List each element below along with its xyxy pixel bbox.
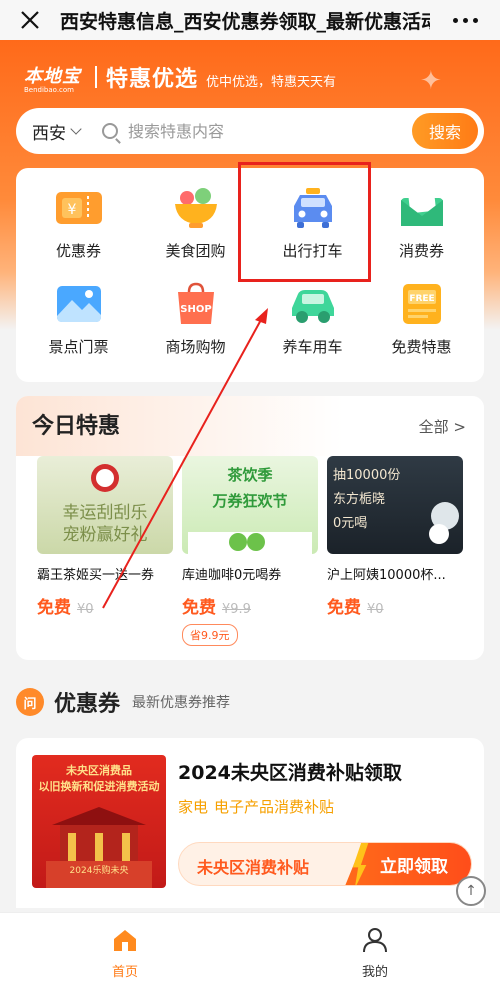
coupon-section-header: 问 优惠券 最新优惠券推荐 [16,686,230,718]
coupon-icon: 问 [16,688,44,716]
city-selector[interactable]: 西安 [32,119,66,144]
coupon-image-subtext: 2024乐购未央 [69,866,129,876]
coupon-title: 2024未央区消费补贴领取 [178,762,402,784]
section-title: 今日特惠 [32,414,121,439]
section-title: 优惠券 [54,692,121,717]
claim-bar[interactable]: 未央区消费补贴 立即领取 [178,842,472,886]
deal-name: 霸王茶姬买一送一券 [37,568,155,583]
deal-card[interactable]: 幸运刮刮乐 宠粉赢好礼 霸王茶姬买一送一券 免费 ¥0 [37,456,173,618]
page-title: 西安特惠信息_西安优惠券领取_最新优惠活动 [60,10,430,33]
more-icon[interactable] [430,17,500,23]
tab-label: 我的 [361,965,388,980]
shopping-bag-icon: SHOP [171,282,221,326]
category-label: 养车用车 [282,338,343,356]
landscape-icon [54,282,104,326]
category-voucher[interactable]: 消费券 [363,186,480,261]
ticket-icon: ¥ [54,186,104,230]
back-to-top-icon[interactable]: ↑ [456,876,486,906]
logo-subtext: Bendibao.com [24,86,75,94]
tab-home[interactable]: 首页 [85,927,165,980]
deal-original-price: ¥0 [77,602,94,617]
category-label: 免费特惠 [391,338,452,356]
car-icon [288,282,338,326]
deal-image-text: 幸运刮刮乐 宠粉赢好礼 [62,503,148,545]
deal-image: 抽10000份 东方栀晓 0元喝 [327,456,463,554]
deal-card[interactable]: 茶饮季 万券狂欢节 库迪咖啡0元喝券 免费 ¥9.9 省9.9元 [182,456,318,646]
logo-text: 本地宝 [24,66,81,87]
home-icon [114,930,136,951]
category-car[interactable]: 养车用车 [254,282,371,357]
section-subtitle: 最新优惠券推荐 [132,695,231,711]
category-label: 景点门票 [48,338,109,356]
category-label: 美食团购 [165,242,226,260]
deal-original-price: ¥9.9 [222,602,251,617]
deal-image: 幸运刮刮乐 宠粉赢好礼 [37,456,173,554]
coupon-tags: 家电 电子产品消费补贴 [178,796,340,817]
deal-price: 免费 [327,598,361,618]
view-all-link[interactable]: 全部 > [419,416,466,437]
category-tickets[interactable]: 景点门票 [20,282,137,357]
deal-image: 茶饮季 万券狂欢节 [182,456,318,554]
deal-card[interactable]: 抽10000份 东方栀晓 0元喝 沪上阿姨10000杯... 免费 ¥0 [327,456,463,618]
category-coupon[interactable]: ¥ 优惠券 [20,186,137,261]
top-navbar: 西安特惠信息_西安优惠券领取_最新优惠活动 [0,0,500,40]
logo-divider [95,66,97,88]
logo: 本地宝 Bendibao.com [24,62,81,94]
coupon-tag: 电子产品消费补贴 [214,798,335,816]
free-tag-icon: FREE [397,282,447,326]
user-icon [363,928,387,953]
category-label: 优惠券 [55,242,101,260]
close-icon[interactable] [0,0,60,40]
food-bowl-icon [171,186,221,230]
highlight-box [238,162,371,282]
savings-badge: 省9.9元 [182,624,238,646]
category-label: 消费券 [398,242,444,260]
coupon-tag: 家电 [178,798,209,816]
category-label: 商场购物 [165,338,226,356]
today-deals-section: 今日特惠 全部 > 幸运刮刮乐 宠粉赢好礼 霸王茶姬买一送一券 免费 ¥0 茶饮… [16,396,484,660]
coupon-card[interactable]: 未央区消费品 以旧换新和促进消费活动 2024乐购未央 2024未央区消费补贴领… [16,738,484,908]
search-input[interactable] [128,121,368,141]
coupon-image: 未央区消费品 以旧换新和促进消费活动 2024乐购未央 [32,755,166,888]
chevron-down-icon[interactable] [70,123,82,135]
hero-title: 特惠优选 [106,67,199,92]
category-shopping[interactable]: SHOP 商场购物 [137,282,254,357]
envelope-icon [397,186,447,230]
sparkle-icon: ✦ [420,66,442,96]
svg-text:¥: ¥ [67,202,76,218]
deal-name: 沪上阿姨10000杯... [327,568,446,583]
search-button[interactable]: 搜索 [412,113,478,149]
category-free[interactable]: FREE 免费特惠 [363,282,480,357]
search-icon [102,123,118,139]
svg-text:FREE: FREE [409,294,434,304]
bottom-tab-bar: 首页 我的 [0,912,500,982]
tab-profile[interactable]: 我的 [335,927,415,980]
deal-original-price: ¥0 [367,602,384,617]
hero-subtitle: 优中优选，特惠天天有 [206,75,337,90]
svg-text:SHOP: SHOP [180,304,211,315]
tab-label: 首页 [111,965,138,980]
search-bar: 西安 搜索 [16,108,484,154]
claim-bar-label: 未央区消费补贴 [197,858,310,877]
category-food[interactable]: 美食团购 [137,186,254,261]
deal-name: 库迪咖啡0元喝券 [182,568,282,583]
deal-price: 免费 [37,598,71,618]
deal-price: 免费 [182,598,216,618]
